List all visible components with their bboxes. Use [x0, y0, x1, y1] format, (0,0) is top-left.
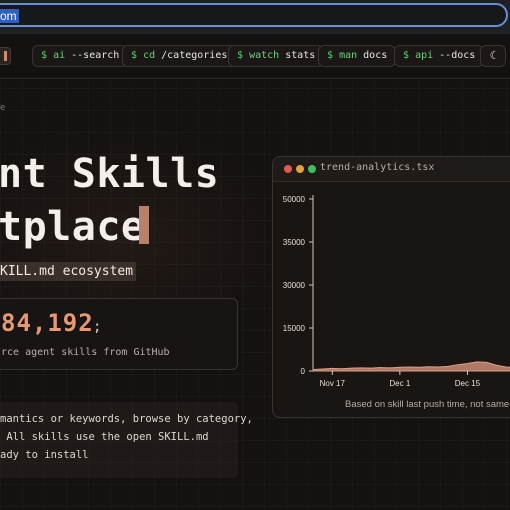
breadcrumb: e: [0, 103, 6, 113]
skill-count-card: 84,192 ; rce agent skills from GitHub: [0, 298, 238, 370]
close-dot-icon[interactable]: [284, 165, 292, 173]
maximize-dot-icon[interactable]: [308, 165, 316, 173]
nav-categories-button[interactable]: $ cd /categories: [122, 45, 237, 67]
y-tick-label: 50000: [283, 195, 306, 204]
nav-ai-search-button[interactable]: $ ai --search: [32, 45, 129, 67]
theme-toggle-button[interactable]: ☾: [480, 45, 506, 67]
x-tick-label: Nov 17: [320, 379, 346, 388]
trend-chart-window: trend-analytics.tsx 0 15000 30000 35000 5000…: [272, 156, 510, 418]
y-tick-label: 35000: [283, 238, 306, 247]
text-cursor: [139, 206, 149, 244]
y-tick-label: 30000: [283, 281, 306, 290]
y-tick-label: 0: [301, 367, 306, 376]
x-tick-label: Dec 1: [389, 379, 410, 388]
browser-toolbar: om: [0, 0, 510, 35]
site-logo[interactable]: [0, 47, 11, 65]
skill-count-caption: rce agent skills from GitHub: [1, 347, 170, 358]
hero-title: nt Skills tplace: [0, 150, 220, 250]
moon-icon: ☾: [489, 49, 497, 62]
hero-title-line-2: tplace: [0, 204, 146, 250]
page: om $ ai --search $ cd /categories $ watc…: [0, 0, 510, 510]
chart-window-titlebar: trend-analytics.tsx: [273, 157, 510, 182]
skill-count-suffix: ;: [93, 319, 102, 335]
chart-window-filename: trend-analytics.tsx: [320, 162, 435, 173]
nav-stats-button[interactable]: $ watch stats: [228, 45, 325, 67]
address-bar-selected-text[interactable]: om: [0, 9, 19, 23]
nav-api-docs-button[interactable]: $ api --docs: [394, 45, 485, 67]
series-area: [312, 361, 510, 372]
minimize-dot-icon[interactable]: [296, 165, 304, 173]
hero-description: mantics or keywords, browse by category,…: [0, 413, 253, 461]
trend-area-chart: 015000300003500050000Nov 17Dec 1Dec 15De: [283, 195, 510, 388]
skill-count: 84,192: [1, 309, 94, 337]
nav-docs-button[interactable]: $ man docs: [318, 45, 397, 67]
hero-tagline: KILL.md ecosystem: [0, 262, 137, 281]
y-tick-label: 15000: [283, 324, 306, 333]
x-tick-label: Dec 15: [455, 379, 481, 388]
address-bar[interactable]: om: [0, 3, 508, 27]
chart-footnote: Based on skill last push time, not same-…: [345, 399, 510, 410]
hero-title-line-1: nt Skills: [0, 151, 220, 197]
top-nav: $ ai --search $ cd /categories $ watch s…: [0, 34, 510, 79]
